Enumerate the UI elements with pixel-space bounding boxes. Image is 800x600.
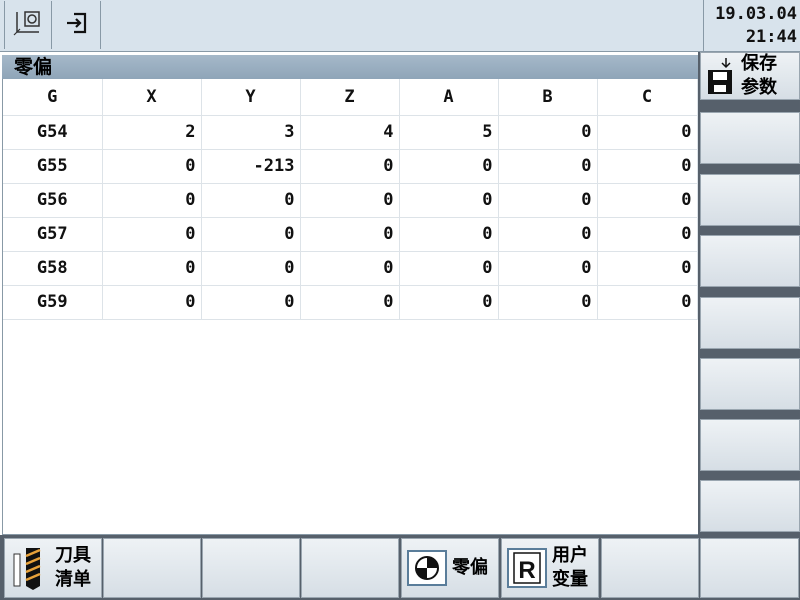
vertical-softkey-3[interactable] bbox=[700, 174, 800, 226]
exit-button[interactable] bbox=[53, 1, 101, 49]
column-header-b: B bbox=[498, 79, 598, 115]
vertical-softkey-5[interactable] bbox=[700, 297, 800, 349]
table-cell[interactable]: 3 bbox=[201, 114, 301, 149]
save-label-line1: 保存 bbox=[741, 53, 777, 74]
exit-icon bbox=[63, 9, 91, 41]
zero-offset-label: 零偏 bbox=[452, 557, 488, 578]
table-cell[interactable]: 0 bbox=[201, 182, 301, 217]
table-cell[interactable]: 2 bbox=[102, 114, 202, 149]
table-cell[interactable]: 0 bbox=[597, 284, 698, 320]
table-cell[interactable]: 0 bbox=[399, 250, 499, 285]
table-cell: G54 bbox=[3, 114, 103, 149]
vertical-softkey-2[interactable] bbox=[700, 112, 800, 164]
table-row: G55 0 -213 0 0 0 0 bbox=[3, 148, 698, 183]
table-row: G57 0 0 0 0 0 0 bbox=[3, 216, 698, 251]
tool-list-label-line2: 清单 bbox=[55, 569, 91, 590]
table-cell: G57 bbox=[3, 216, 103, 251]
save-label-line2: 参数 bbox=[741, 77, 777, 98]
user-variables-label-line2: 变量 bbox=[552, 569, 588, 590]
table-cell[interactable]: 5 bbox=[399, 114, 499, 149]
table-cell[interactable]: 0 bbox=[201, 250, 301, 285]
table-cell[interactable]: 0 bbox=[597, 216, 698, 251]
vertical-softkey-6[interactable] bbox=[700, 358, 800, 410]
table-cell[interactable]: 4 bbox=[300, 114, 400, 149]
machine-coordinate-icon bbox=[11, 8, 45, 42]
drill-bit-icon bbox=[9, 546, 51, 590]
zero-offset-table-area: G X Y Z A B C G54 2 3 4 5 0 0 G55 0 -213… bbox=[2, 79, 698, 535]
table-cell: G55 bbox=[3, 148, 103, 183]
horizontal-softkey-2[interactable] bbox=[103, 538, 201, 598]
tool-list-label-line1: 刀具 bbox=[55, 545, 91, 566]
horizontal-softkey-8[interactable] bbox=[700, 538, 799, 598]
column-header-x: X bbox=[102, 79, 202, 115]
table-cell[interactable]: 0 bbox=[597, 114, 698, 149]
floppy-save-icon bbox=[701, 56, 741, 96]
user-variables-button[interactable]: R 用户 变量 bbox=[501, 538, 599, 598]
table-cell: G58 bbox=[3, 250, 103, 285]
table-cell[interactable]: 0 bbox=[300, 182, 400, 217]
table-cell[interactable]: 0 bbox=[300, 284, 400, 320]
vertical-softkey-8[interactable] bbox=[700, 480, 800, 532]
page-title: 零偏 bbox=[2, 55, 698, 79]
save-parameters-button[interactable]: 保存 参数 bbox=[700, 52, 800, 100]
table-cell[interactable]: 0 bbox=[597, 182, 698, 217]
table-cell: G59 bbox=[3, 284, 103, 320]
table-cell[interactable]: 0 bbox=[300, 148, 400, 183]
table-cell[interactable]: 0 bbox=[201, 284, 301, 320]
svg-text:R: R bbox=[518, 557, 535, 584]
table-cell[interactable]: 0 bbox=[102, 182, 202, 217]
table-cell[interactable]: 0 bbox=[498, 182, 598, 217]
table-row: G58 0 0 0 0 0 0 bbox=[3, 250, 698, 285]
top-bar: 19.03.04 21:44 bbox=[0, 0, 800, 52]
table-cell[interactable]: 0 bbox=[597, 148, 698, 183]
column-header-a: A bbox=[399, 79, 499, 115]
table-cell[interactable]: 0 bbox=[498, 114, 598, 149]
horizontal-softkey-7[interactable] bbox=[601, 538, 699, 598]
table-cell[interactable]: 0 bbox=[498, 284, 598, 320]
table-cell[interactable]: 0 bbox=[201, 216, 301, 251]
table-cell[interactable]: 0 bbox=[102, 216, 202, 251]
machine-coordinate-button[interactable] bbox=[4, 1, 52, 49]
r-variable-icon: R bbox=[506, 546, 548, 590]
column-header-z: Z bbox=[300, 79, 400, 115]
table-cell[interactable]: 0 bbox=[498, 250, 598, 285]
table-cell[interactable]: 0 bbox=[300, 216, 400, 251]
horizontal-softkey-bar: 刀具 清单 零偏 R 用户 变量 bbox=[0, 535, 800, 600]
table-cell[interactable]: 0 bbox=[300, 250, 400, 285]
column-header-y: Y bbox=[201, 79, 301, 115]
column-header-c: C bbox=[597, 79, 698, 115]
table-cell[interactable]: 0 bbox=[498, 148, 598, 183]
table-row: G54 2 3 4 5 0 0 bbox=[3, 114, 698, 149]
table-header-row: G X Y Z A B C bbox=[3, 79, 698, 115]
table-row: G59 0 0 0 0 0 0 bbox=[3, 284, 698, 320]
table-cell[interactable]: 0 bbox=[498, 216, 598, 251]
user-variables-label-line1: 用户 bbox=[552, 545, 588, 566]
crosshair-target-icon bbox=[406, 546, 448, 590]
horizontal-softkey-4[interactable] bbox=[301, 538, 399, 598]
table-cell[interactable]: 0 bbox=[102, 148, 202, 183]
table-row: G56 0 0 0 0 0 0 bbox=[3, 182, 698, 217]
zero-offset-button[interactable]: 零偏 bbox=[401, 538, 499, 598]
date-text: 19.03.04 bbox=[715, 4, 797, 24]
table-cell[interactable]: 0 bbox=[597, 250, 698, 285]
table-cell[interactable]: 0 bbox=[399, 216, 499, 251]
table-cell[interactable]: 0 bbox=[399, 284, 499, 320]
vertical-softkey-bar: 保存 参数 bbox=[698, 52, 800, 535]
table-cell: G56 bbox=[3, 182, 103, 217]
time-text: 21:44 bbox=[745, 27, 797, 47]
column-header-g: G bbox=[3, 79, 103, 115]
table-cell[interactable]: 0 bbox=[102, 284, 202, 320]
table-cell[interactable]: 0 bbox=[399, 148, 499, 183]
zero-offset-table: G X Y Z A B C G54 2 3 4 5 0 0 G55 0 -213… bbox=[3, 79, 698, 320]
vertical-softkey-4[interactable] bbox=[700, 235, 800, 287]
table-cell[interactable]: -213 bbox=[201, 148, 301, 183]
table-cell[interactable]: 0 bbox=[399, 182, 499, 217]
date-time-display: 19.03.04 21:44 bbox=[703, 0, 800, 52]
horizontal-softkey-3[interactable] bbox=[202, 538, 300, 598]
table-cell[interactable]: 0 bbox=[102, 250, 202, 285]
tool-list-button[interactable]: 刀具 清单 bbox=[4, 538, 102, 598]
vertical-softkey-7[interactable] bbox=[700, 419, 800, 471]
